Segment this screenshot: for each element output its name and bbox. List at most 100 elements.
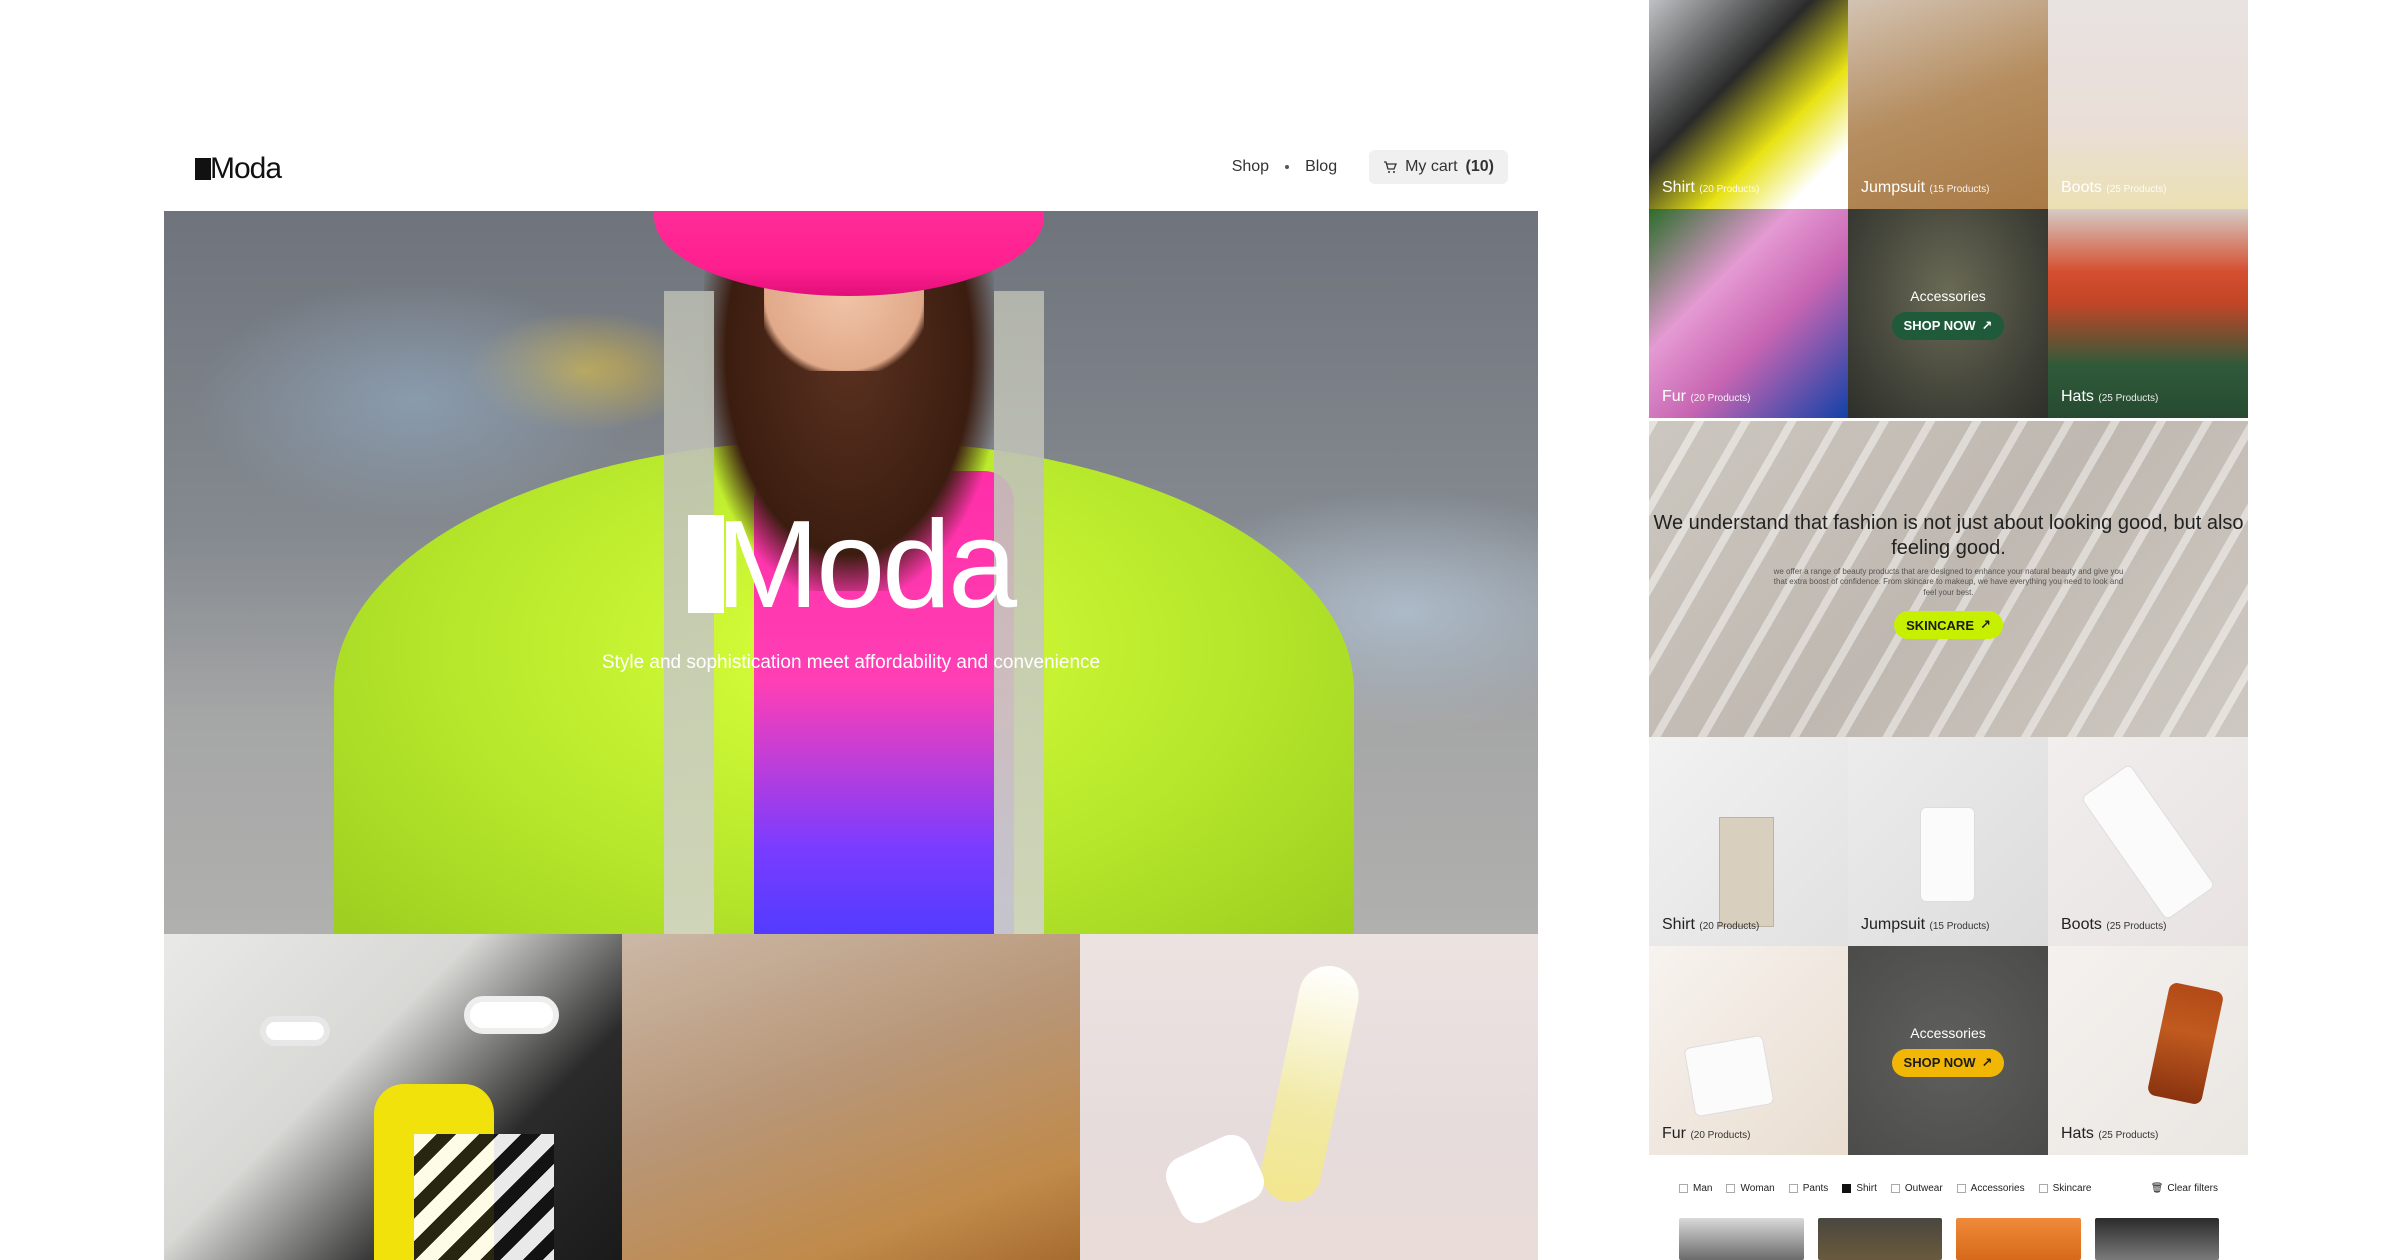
hero-subtitle: Style and sophistication meet affordabil… xyxy=(601,652,1101,673)
category-label: Fur (20 Products) xyxy=(1662,388,1750,406)
clear-filters-button[interactable]: 🗑 Clear filters xyxy=(2151,1183,2218,1194)
category-count: (20 Products) xyxy=(1699,184,1760,195)
checkbox xyxy=(1956,1183,1966,1193)
clear-filters-label: Clear filters xyxy=(2167,1182,2218,1194)
banner-body: we offer a range of beauty products that… xyxy=(1773,567,2124,597)
filter-man[interactable]: Man xyxy=(1679,1183,1712,1194)
arrow-up-right-icon: ↗ xyxy=(1981,1054,1993,1070)
category-count: (25 Products) xyxy=(2098,393,2159,404)
logo[interactable]: Moda xyxy=(195,152,282,185)
nav-blog[interactable]: Blog xyxy=(1305,158,1337,176)
tile-pattern xyxy=(414,1134,554,1260)
category-name: Fur xyxy=(1662,1125,1686,1142)
product-box xyxy=(1719,817,1774,927)
filter-woman[interactable]: Woman xyxy=(1726,1182,1775,1194)
category-count: (15 Products) xyxy=(1929,184,1990,195)
filter-label: Woman xyxy=(1740,1182,1775,1194)
filter-label: Pants xyxy=(1802,1182,1829,1194)
category-name: Boots xyxy=(2061,916,2102,933)
featured-tile-boots[interactable] xyxy=(1080,934,1538,1260)
category-tile-boots[interactable]: Boots (25 Products) xyxy=(2048,0,2248,209)
checkbox xyxy=(1788,1183,1798,1193)
category-tile-shirt[interactable]: Shirt (20 Products) xyxy=(1649,737,1848,946)
product-thumbnail[interactable] xyxy=(2094,1218,2219,1260)
arrow-up-right-icon: ↗ xyxy=(1981,317,1993,333)
accessories-cta: Accessories SHOP NOW ↗ xyxy=(1848,946,2048,1155)
hero-title-text: Moda xyxy=(715,496,1017,634)
filter-label: Outwear xyxy=(1904,1182,1943,1194)
checkbox-checked xyxy=(1842,1183,1852,1193)
category-label: Hats (25 Products) xyxy=(2061,388,2158,406)
category-name: Hats xyxy=(2061,388,2094,405)
product-thumbnail[interactable] xyxy=(1817,1218,1942,1260)
category-label: Fur (20 Products) xyxy=(1662,1125,1750,1143)
category-count: (25 Products) xyxy=(2106,184,2167,195)
shop-now-button[interactable]: SHOP NOW ↗ xyxy=(1891,1048,2005,1077)
shop-now-label: SHOP NOW xyxy=(1903,1055,1976,1070)
filter-label: Accessories xyxy=(1970,1182,2025,1194)
category-tile-hats[interactable]: Hats (25 Products) xyxy=(2048,946,2248,1155)
trash-icon: 🗑 xyxy=(2150,1182,2164,1194)
category-name: Shirt xyxy=(1662,916,1695,933)
category-tile-jumpsuit[interactable]: Jumpsuit (15 Products) xyxy=(1848,0,2048,209)
filter-label: Skincare xyxy=(2052,1182,2092,1194)
site-header: Moda Shop Blog My cart (10) xyxy=(164,138,1538,194)
logo-mark xyxy=(195,158,211,180)
cart-button[interactable]: My cart (10) xyxy=(1369,150,1508,184)
filter-accessories[interactable]: Accessories xyxy=(1956,1182,2025,1194)
accessories-label: Accessories xyxy=(1910,1024,1986,1041)
category-count: (20 Products) xyxy=(1690,1130,1751,1141)
logo-text: Moda xyxy=(210,152,282,185)
skincare-label: SKINCARE xyxy=(1906,617,1974,633)
skincare-button[interactable]: SKINCARE ↗ xyxy=(1894,611,2003,639)
product-thumbnail[interactable] xyxy=(1956,1218,2081,1260)
tile-sunglasses xyxy=(464,996,559,1034)
banner-heading: We understand that fashion is not just a… xyxy=(1653,512,2244,559)
shop-now-label: SHOP NOW xyxy=(1903,318,1976,333)
banner-cta-wrap: SKINCARE ↗ xyxy=(1649,611,2248,639)
category-tile-accessories[interactable]: Accessories SHOP NOW ↗ xyxy=(1848,946,2048,1155)
nav-shop[interactable]: Shop xyxy=(1232,158,1269,176)
category-name: Jumpsuit xyxy=(1861,179,1926,196)
accessories-cta: Accessories SHOP NOW ↗ xyxy=(1848,209,2048,418)
product-thumbnail[interactable] xyxy=(1679,1218,1804,1260)
category-label: Jumpsuit (15 Products) xyxy=(1861,179,1990,197)
filter-outwear[interactable]: Outwear xyxy=(1890,1182,1943,1194)
featured-tile-shirt[interactable] xyxy=(164,934,622,1260)
checkbox xyxy=(1890,1183,1900,1193)
cart-icon xyxy=(1384,161,1398,173)
category-count: (20 Products) xyxy=(1699,921,1760,932)
arrow-up-right-icon: ↗ xyxy=(1980,617,1991,632)
featured-row xyxy=(164,934,1538,1260)
filter-label: Man xyxy=(1693,1182,1713,1194)
featured-tile-jumpsuit[interactable] xyxy=(622,934,1080,1260)
category-name: Fur xyxy=(1662,388,1686,405)
filter-shirt[interactable]: Shirt xyxy=(1842,1183,1877,1194)
accessories-label: Accessories xyxy=(1910,287,1986,304)
category-tile-fur[interactable]: Fur (20 Products) xyxy=(1649,209,1848,418)
product-tube xyxy=(1920,807,1975,902)
category-count: (15 Products) xyxy=(1929,921,1990,932)
product-thumbnails xyxy=(1679,1218,2219,1260)
category-name: Shirt xyxy=(1662,179,1695,196)
shop-now-button[interactable]: SHOP NOW ↗ xyxy=(1891,311,2005,340)
product-jar xyxy=(1683,1034,1775,1118)
category-label: Boots (25 Products) xyxy=(2061,916,2166,934)
category-count: (20 Products) xyxy=(1690,393,1751,404)
category-label: Boots (25 Products) xyxy=(2061,179,2166,197)
product-bottle xyxy=(2146,981,2225,1106)
filter-pants[interactable]: Pants xyxy=(1788,1182,1829,1194)
skincare-banner: We understand that fashion is not just a… xyxy=(1649,421,2248,737)
category-tile-hats[interactable]: Hats (25 Products) xyxy=(2048,209,2248,418)
filter-skincare[interactable]: Skincare xyxy=(2038,1182,2092,1194)
category-tile-boots[interactable]: Boots (25 Products) xyxy=(2048,737,2248,946)
category-label: Jumpsuit (15 Products) xyxy=(1861,916,1990,934)
category-tile-shirt[interactable]: Shirt (20 Products) xyxy=(1649,0,1848,209)
category-name: Boots xyxy=(2061,179,2102,196)
preview-column: Shirt (20 Products) Jumpsuit (15 Product… xyxy=(1649,0,2248,1260)
category-tile-fur[interactable]: Fur (20 Products) xyxy=(1649,946,1848,1155)
category-tile-accessories[interactable]: Accessories SHOP NOW ↗ xyxy=(1848,209,2048,418)
category-tile-jumpsuit[interactable]: Jumpsuit (15 Products) xyxy=(1848,737,2048,946)
checkbox xyxy=(1726,1183,1736,1193)
cart-label: My cart xyxy=(1405,158,1458,175)
